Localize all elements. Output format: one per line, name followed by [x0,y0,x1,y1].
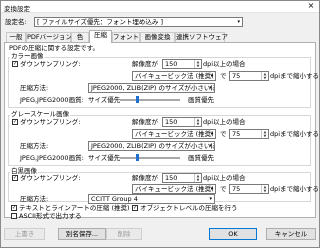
tab-color[interactable]: 色 [71,32,89,42]
chevron-down-icon: ▾ [210,131,213,137]
text-lineart-label: テキストとラインアートの圧縮 (推奨) [19,204,130,212]
object-level-checkbox[interactable]: ✓ [132,205,138,211]
color-compression-select[interactable]: JPEG2000, ZLIB(ZIP) のサイズが小さいほう ▾ [88,83,215,93]
spin-icon[interactable]: ▲ ▼ [261,72,268,80]
gray-resolution-label: 解像度が [132,118,158,126]
preset-select[interactable]: [ ファイルサイズ優先：フォント埋め込み ] ▾ [34,17,243,27]
gray-target-input[interactable]: 75 ▲ ▼ [229,129,269,139]
spin-icon[interactable]: ▲ ▼ [194,174,201,182]
gray-method-select[interactable]: バイキュービック法 (推奨) ▾ [132,129,216,139]
spin-icon[interactable]: ▲ ▼ [194,60,201,68]
color-size-priority: サイズ優先 [88,96,121,104]
chevron-down-icon: ▾ [237,19,240,25]
color-target-suffix: dpiまで縮小する。 [270,72,320,80]
mono-method-select[interactable]: バイキュービック法 (推奨) ▾ [132,184,216,194]
gray-target-value: 75 [232,130,241,138]
gray-legend: グレースケール画像 [10,110,71,118]
gray-target-suffix: dpiまで縮小する。 [270,130,320,138]
gray-compression-select[interactable]: JPEG2000, ZLIB(ZIP) のサイズが小さいほう ▾ [88,141,215,151]
window-title: 変換設定 [4,5,30,13]
tab-general[interactable]: 一般 [6,32,26,42]
color-quality-slider-thumb[interactable] [136,96,139,103]
chevron-down-icon: ▾ [210,186,213,192]
gray-resolution-input[interactable]: 150 ▲ ▼ [162,117,202,127]
color-downsample-checkbox[interactable]: ✓ [12,61,18,67]
preset-value: [ ファイルサイズ優先：フォント埋め込み ] [37,18,164,26]
mono-compression-select[interactable]: CCITT Group 4 ▾ [88,194,215,204]
color-method-value: バイキュービック法 (推奨) [135,72,214,80]
gray-method-value: バイキュービック法 (推奨) [135,130,214,138]
mono-compression-value: CCITT Group 4 [91,195,138,203]
gray-downsample-label: ダウンサンプリング: [20,118,81,126]
mono-downsample-label: ダウンサンプリング: [20,174,81,182]
panel-heading: PDFの圧縮に関する設定です。 [9,44,100,52]
gray-quality-slider[interactable] [120,157,180,159]
gray-de: で [220,130,227,138]
color-jpeg-label: JPEG,JPEG2000画質: [20,96,84,104]
ascii-label: ASCII形式で出力する [19,212,82,220]
mono-resolution-label: 解像度が [132,174,158,182]
mono-de: で [220,185,227,193]
tab-image-conversion[interactable]: 画像変換 [140,32,175,42]
color-resolution-label: 解像度が [132,60,158,68]
ok-button[interactable]: OK [209,228,257,240]
ascii-checkbox[interactable] [11,213,17,219]
gray-resolution-value: 150 [165,118,178,126]
gray-jpeg-label: JPEG,JPEG2000画質: [20,154,84,162]
mono-target-value: 75 [232,185,241,193]
chevron-down-icon: ▾ [209,85,212,91]
chevron-down-icon: ▾ [210,73,213,79]
gray-compression-label: 圧縮方法: [20,142,49,150]
spin-icon[interactable]: ▲ ▼ [261,130,268,138]
color-dpi-above: dpi以上の場合 [203,60,246,68]
gray-compression-value: JPEG2000, ZLIB(ZIP) のサイズが小さいほう [91,142,215,150]
chevron-down-icon: ▾ [209,196,212,202]
delete-button[interactable]: 削除 [106,228,142,240]
color-legend: カラー画像 [10,52,45,60]
mono-method-value: バイキュービック法 (推奨) [135,185,214,193]
color-downsample-label: ダウンサンプリング: [20,60,81,68]
color-target-value: 75 [232,72,241,80]
gray-quality-slider-thumb[interactable] [136,154,139,161]
color-de: で [220,72,227,80]
spin-icon[interactable]: ▲ ▼ [194,118,201,126]
gray-downsample-checkbox[interactable]: ✓ [12,119,18,125]
mono-target-suffix: dpiまで縮小する。 [270,185,320,193]
color-method-select[interactable]: バイキュービック法 (推奨) ▾ [132,71,216,81]
close-icon[interactable]: × [302,0,320,13]
color-quality-priority: 画質優先 [188,96,214,104]
chevron-down-icon: ▾ [209,143,212,149]
gray-size-priority: サイズ優先 [88,154,121,162]
object-level-label: オブジェクトレベルの圧縮を行う [140,204,238,212]
gray-quality-priority: 画質優先 [188,154,214,162]
tab-linked-software[interactable]: 連携ソフトウェア [175,32,228,42]
tab-compression[interactable]: 圧縮 [89,30,112,43]
mono-resolution-value: 150 [165,174,178,182]
color-quality-slider[interactable] [120,99,180,101]
text-lineart-checkbox[interactable]: ✓ [11,205,17,211]
mono-resolution-input[interactable]: 150 ▲ ▼ [162,173,202,183]
mono-compression-label: 圧縮方法: [20,195,49,203]
mono-target-input[interactable]: 75 ▲ ▼ [229,184,269,194]
mono-dpi-above: dpi以上の場合 [203,174,246,182]
color-resolution-input[interactable]: 150 ▲ ▼ [162,59,202,69]
overwrite-button[interactable]: 上書き [4,228,45,240]
tab-pdf-version[interactable]: PDFバージョン [26,32,72,42]
color-resolution-value: 150 [165,60,178,68]
spin-icon[interactable]: ▲ ▼ [261,185,268,193]
save-as-button[interactable]: 別名保存... [58,228,106,240]
cancel-button[interactable]: キャンセル [266,228,316,240]
title-bar [0,0,320,13]
color-target-input[interactable]: 75 ▲ ▼ [229,71,269,81]
tab-font[interactable]: フォント [112,32,140,42]
color-compression-label: 圧縮方法: [20,84,49,92]
color-compression-value: JPEG2000, ZLIB(ZIP) のサイズが小さいほう [91,84,215,92]
gray-dpi-above: dpi以上の場合 [203,118,246,126]
preset-label: 設定名: [5,18,27,26]
mono-downsample-checkbox[interactable]: ✓ [12,175,18,181]
